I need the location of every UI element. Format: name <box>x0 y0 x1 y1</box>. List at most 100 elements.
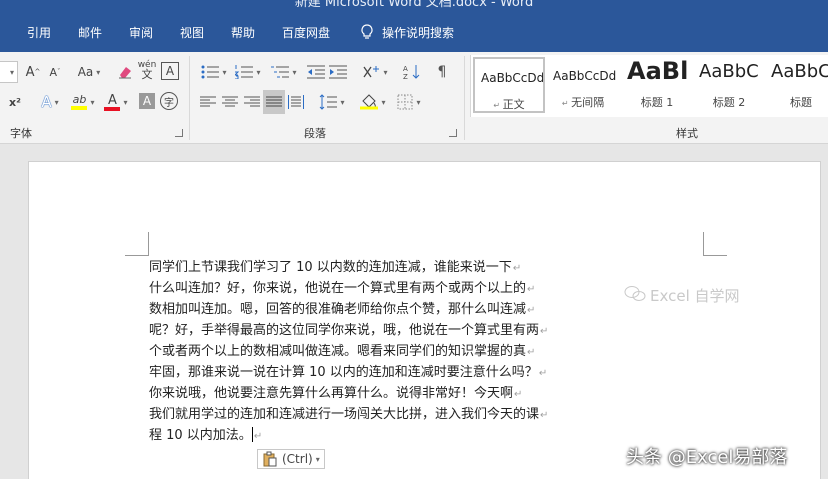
numbered-list-icon <box>235 65 254 79</box>
title-bar: 新建 Microsoft Word 文档.docx - Word 引用 邮件 审… <box>0 0 828 52</box>
style-heading-1[interactable]: AaBl 标题 1 <box>621 57 693 113</box>
tell-me-search[interactable]: 操作说明搜索 <box>360 22 454 44</box>
clipboard-icon <box>263 451 277 467</box>
superscript-button[interactable]: x² <box>6 92 24 112</box>
sort-icon: AZ <box>403 65 420 80</box>
grow-font-button[interactable]: A ^ <box>24 62 42 82</box>
distributed-button[interactable] <box>286 92 306 112</box>
group-divider <box>189 56 190 140</box>
chevron-down-icon: ▾ <box>9 67 14 77</box>
enclose-characters-button[interactable]: 字 <box>160 92 178 110</box>
align-left-button[interactable] <box>198 92 218 112</box>
align-center-button[interactable] <box>220 92 240 112</box>
font-group-label: 字体 <box>10 127 32 140</box>
tab-baidu-netdisk[interactable]: 百度网盘 <box>282 22 330 44</box>
tab-view[interactable]: 视图 <box>180 22 204 44</box>
chevron-down-icon: ▾ <box>90 97 95 107</box>
group-divider <box>464 56 465 140</box>
borders-button[interactable]: ▾ <box>394 92 424 112</box>
ribbon: ▾ A ^ Aˇ Aa ▾ wén 文 A x² A ▾ ab ▾ A ▾ A 字 字体 <box>0 52 828 144</box>
change-case-button[interactable]: Aa ▾ <box>72 62 106 82</box>
shading-button[interactable]: ▾ <box>358 92 388 112</box>
decrease-indent-button[interactable] <box>306 62 326 82</box>
bullets-button[interactable]: ▾ <box>198 62 230 82</box>
paragraph-dialog-launcher[interactable] <box>449 129 457 137</box>
character-shading-button[interactable]: A <box>139 93 155 109</box>
chevron-down-icon: ▾ <box>222 67 227 77</box>
text-line: 程 10 以内加法。 ↵ <box>149 427 263 443</box>
margin-corner-top-left <box>125 232 149 256</box>
text-line: 个或者两个以上的数相减叫做连减。嗯看来同学们的知识掌握的真↵ <box>149 344 536 359</box>
wechat-icon <box>624 286 646 301</box>
margin-corner-top-right <box>703 232 727 256</box>
styles-gallery: AaBbCcDd ↵ 正文 AaBbCcDd ↵ 无间隔 AaBl 标题 1 A… <box>470 55 828 117</box>
asian-layout-button[interactable]: ▾ <box>360 62 390 82</box>
tab-review[interactable]: 审阅 <box>129 22 153 44</box>
align-right-icon <box>244 96 260 107</box>
multilevel-list-icon <box>271 66 290 78</box>
document-page[interactable]: 同学们上节课我们学习了 10 以内数的连加连减，谁能来说一下↵ 什么叫连加？好，… <box>28 161 821 479</box>
style-no-spacing[interactable]: AaBbCcDd ↵ 无间隔 <box>547 57 619 113</box>
multilevel-list-button[interactable]: ▾ <box>268 62 300 82</box>
line-spacing-icon <box>320 94 338 110</box>
paste-options-button[interactable]: (Ctrl) ▾ <box>257 449 325 469</box>
phonetic-guide-button[interactable]: wén 文 <box>136 60 158 81</box>
font-size-dropdown[interactable]: ▾ <box>0 61 18 83</box>
show-hide-marks-button[interactable]: ¶ <box>434 62 450 82</box>
chevron-down-icon: ▾ <box>256 67 261 77</box>
document-body[interactable]: 同学们上节课我们学习了 10 以内数的连加连减，谁能来说一下↵ 什么叫连加？好，… <box>149 257 589 446</box>
highlight-color-button[interactable]: ab ▾ <box>68 92 98 112</box>
chevron-down-icon: ▾ <box>383 67 388 77</box>
justify-button[interactable] <box>263 90 285 114</box>
sort-button[interactable]: AZ <box>402 62 422 82</box>
eraser-icon <box>119 67 131 79</box>
highlight-color-bar <box>71 106 88 110</box>
chevron-down-icon: ▾ <box>381 97 386 107</box>
chevron-down-icon: ▾ <box>340 97 345 107</box>
svg-text:Z: Z <box>403 73 408 80</box>
pilcrow-icon: ¶ <box>437 64 447 80</box>
line-spacing-button[interactable]: ▾ <box>316 92 348 112</box>
lightbulb-icon <box>361 24 373 39</box>
svg-text:A: A <box>403 65 408 73</box>
paint-bucket-icon <box>360 94 379 110</box>
style-normal[interactable]: AaBbCcDd ↵ 正文 <box>473 57 545 113</box>
text-line: 牢固，那谁来说一说在计算 10 以内的连加和连减时要注意什么吗？↵ <box>149 365 548 380</box>
align-center-icon <box>222 96 238 107</box>
text-line: 呢？好，手举得最高的这位同学你来说，哦，他说在一个算式里有两↵ <box>149 323 549 338</box>
clear-formatting-button[interactable] <box>116 62 134 82</box>
increase-indent-icon <box>329 65 347 79</box>
shrink-font-button[interactable]: Aˇ <box>46 62 64 82</box>
font-dialog-launcher[interactable] <box>175 129 183 137</box>
tab-mailings[interactable]: 邮件 <box>78 22 102 44</box>
tab-help[interactable]: 帮助 <box>231 22 255 44</box>
text-line: 我们就用学过的连加和连减进行一场闯关大比拼，进入我们今天的课↵ <box>149 407 549 422</box>
text-cursor <box>251 427 253 442</box>
justify-icon <box>266 96 282 107</box>
channel-watermark: Excel 自学网 <box>650 287 740 305</box>
align-right-button[interactable] <box>242 92 262 112</box>
tab-references[interactable]: 引用 <box>27 22 51 44</box>
text-line: 什么叫连加？好，你来说，他说在一个算式里有两个或两个以上的↵ <box>149 281 536 296</box>
character-border-button[interactable]: A <box>161 62 179 80</box>
style-title[interactable]: AaBbC 标题 <box>765 57 828 113</box>
bullet-list-icon <box>201 65 220 79</box>
text-line: 你来说哦，他说要注意先算什么再算什么。说得非常好！今天啊↵ <box>149 386 523 401</box>
text-line: 数相加叫连加。嗯，回答的很准确老师给你点个赞，那什么叫连减↵ <box>149 302 536 317</box>
font-color-bar <box>104 106 121 111</box>
font-color-button[interactable]: A ▾ <box>101 92 131 112</box>
distributed-icon <box>288 95 304 109</box>
chevron-down-icon: ▾ <box>96 67 101 77</box>
style-heading-2[interactable]: AaBbC 标题 2 <box>693 57 765 113</box>
asian-layout-icon <box>363 66 380 78</box>
document-area[interactable]: 同学们上节课我们学习了 10 以内数的连加连减，谁能来说一下↵ 什么叫连加？好，… <box>0 145 828 479</box>
chevron-down-icon: ▾ <box>315 454 320 464</box>
text-effects-button[interactable]: A ▾ <box>36 92 64 112</box>
chevron-down-icon: ▾ <box>123 97 128 107</box>
chevron-down-icon: ▾ <box>292 67 297 77</box>
signature-watermark: 头条 @Excel易部落 <box>626 447 788 468</box>
chevron-down-icon: ▾ <box>416 97 421 107</box>
numbering-button[interactable]: ▾ <box>232 62 264 82</box>
increase-indent-button[interactable] <box>328 62 348 82</box>
tell-me-label: 操作说明搜索 <box>382 26 455 40</box>
